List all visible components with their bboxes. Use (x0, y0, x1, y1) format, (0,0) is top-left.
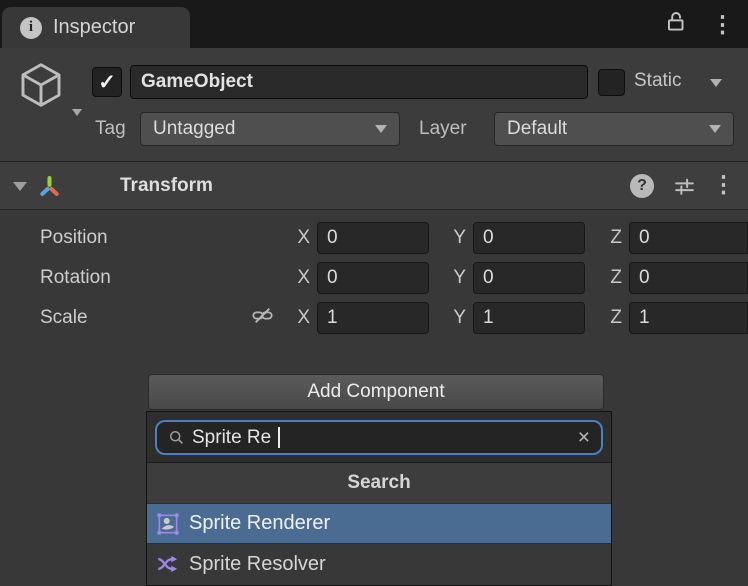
presets-icon[interactable] (672, 174, 697, 204)
transform-component-header[interactable]: Transform ? ⋮ (0, 161, 748, 210)
active-checkbox[interactable]: ✓ (92, 67, 122, 97)
rotation-label: Rotation (40, 267, 240, 289)
search-section-header: Search (147, 463, 611, 504)
rotation-y-field[interactable] (473, 262, 585, 294)
scale-label: Scale (40, 307, 240, 329)
axis-z-label: Z (600, 227, 622, 249)
position-row: Position X Y Z (0, 218, 748, 258)
transform-title: Transform (120, 175, 213, 197)
result-sprite-resolver[interactable]: Sprite Resolver (147, 544, 611, 584)
scale-z-field[interactable] (629, 302, 748, 334)
layer-dropdown[interactable]: Default (494, 112, 734, 146)
rotation-x-field[interactable] (317, 262, 429, 294)
text-caret (278, 427, 280, 448)
position-label: Position (40, 227, 240, 249)
scale-row: Scale X Y Z (0, 298, 748, 338)
transform-gizmo-icon (36, 173, 63, 205)
search-icon (168, 429, 185, 446)
search-row: Sprite Re × (147, 412, 611, 463)
transform-menu-kebab-icon[interactable]: ⋮ (712, 173, 735, 196)
component-search-input[interactable]: Sprite Re × (155, 420, 603, 455)
gameobject-name-field[interactable] (130, 65, 588, 99)
scale-y-field[interactable] (473, 302, 585, 334)
search-section-title: Search (347, 472, 410, 494)
tab-inspector[interactable]: i Inspector (2, 7, 190, 48)
add-component-popup: Sprite Re × Search Sprite Renderer (146, 411, 612, 586)
add-component-label: Add Component (307, 381, 444, 403)
gameobject-header: ✓ Static Tag Untagged Layer Default (0, 48, 748, 161)
clear-search-icon[interactable]: × (578, 427, 590, 448)
unlock-icon[interactable] (663, 9, 689, 40)
add-component-button[interactable]: Add Component (148, 374, 604, 410)
sprite-resolver-icon (155, 551, 181, 577)
axis-z-label: Z (600, 267, 622, 289)
tab-menu-kebab-icon[interactable]: ⋮ (711, 13, 734, 36)
axis-x-label: X (288, 227, 310, 249)
search-query-text: Sprite Re (192, 427, 271, 449)
static-checkbox[interactable] (598, 69, 625, 96)
layer-value: Default (507, 118, 567, 140)
sprite-renderer-icon (155, 511, 181, 537)
static-dropdown-icon[interactable] (710, 79, 722, 87)
position-y-field[interactable] (473, 222, 585, 254)
result-sprite-renderer[interactable]: Sprite Renderer (147, 504, 611, 544)
help-icon[interactable]: ? (630, 174, 654, 198)
axis-y-label: Y (444, 267, 466, 289)
axis-y-label: Y (444, 307, 466, 329)
tab-bar: i Inspector ⋮ (0, 0, 748, 48)
tag-dropdown[interactable]: Untagged (140, 112, 400, 146)
info-icon: i (20, 17, 42, 39)
tag-dropdown-arrow-icon (375, 125, 387, 133)
axis-x-label: X (288, 267, 310, 289)
position-x-field[interactable] (317, 222, 429, 254)
layer-dropdown-arrow-icon (709, 125, 721, 133)
tag-label: Tag (95, 118, 126, 140)
transform-body: Position X Y Z Rotation X Y Z Scale (0, 210, 748, 347)
gameobject-cube-icon[interactable] (14, 58, 68, 117)
result-label: Sprite Resolver (189, 553, 326, 576)
unlink-constraint-icon[interactable] (250, 303, 275, 333)
static-label: Static (634, 70, 682, 92)
tab-title: Inspector (53, 16, 135, 39)
axis-x-label: X (288, 307, 310, 329)
layer-label: Layer (419, 118, 467, 140)
foldout-arrow-icon[interactable] (13, 182, 27, 191)
axis-y-label: Y (444, 227, 466, 249)
gameobject-icon-dropdown-icon[interactable] (72, 109, 82, 116)
scale-x-field[interactable] (317, 302, 429, 334)
position-z-field[interactable] (629, 222, 748, 254)
checkmark-icon: ✓ (98, 72, 116, 93)
rotation-z-field[interactable] (629, 262, 748, 294)
axis-z-label: Z (600, 307, 622, 329)
rotation-row: Rotation X Y Z (0, 258, 748, 298)
tag-value: Untagged (153, 118, 235, 140)
result-label: Sprite Renderer (189, 512, 330, 535)
